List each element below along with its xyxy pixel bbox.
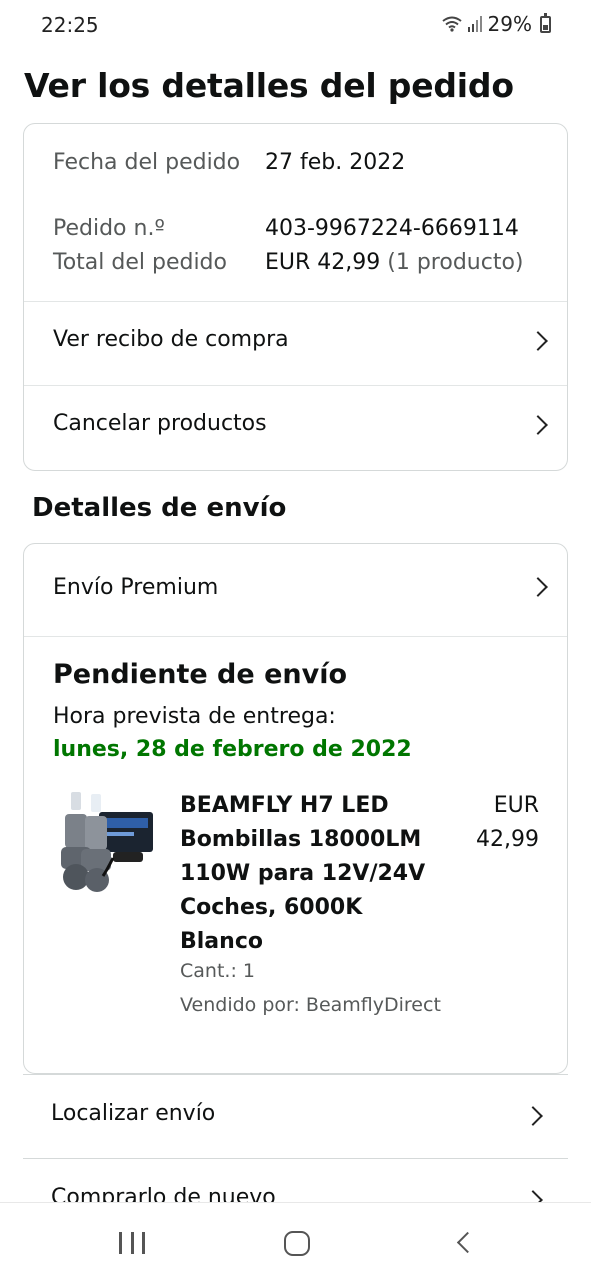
shipping-method-row[interactable]: Envío Premium [24,544,567,636]
product-price-amount: 42,99 [476,827,539,852]
cancel-products-label: Cancelar productos [53,411,267,436]
chevron-right-icon [528,415,548,435]
system-nav-bar [0,1202,591,1280]
order-total-label: Total del pedido [53,250,227,275]
shipping-method-label: Envío Premium [53,575,219,600]
order-total-amount: EUR 42,99 [265,250,381,275]
order-number-label: Pedido n.º [53,216,165,241]
track-shipment-row[interactable]: Localizar envío [23,1074,568,1158]
signal-icon [467,16,482,32]
status-icons: 29% [441,12,551,36]
status-bar: 22:25 29% [0,0,591,50]
chevron-right-icon [523,1106,543,1126]
shipping-section-title: Detalles de envío [32,493,287,523]
shipment-status: Pendiente de envío [53,659,348,690]
order-total-count: (1 producto) [387,250,524,275]
page-title: Ver los detalles del pedido [24,66,514,105]
chevron-right-icon [528,331,548,351]
battery-percent: 29% [487,12,532,36]
back-icon[interactable] [456,1231,479,1254]
product-price-currency: EUR [493,793,539,818]
view-receipt-label: Ver recibo de compra [53,327,289,352]
view-receipt-row[interactable]: Ver recibo de compra [24,301,567,385]
product-image[interactable] [51,792,157,892]
eta-date: lunes, 28 de febrero de 2022 [53,737,412,762]
track-shipment-label: Localizar envío [51,1101,216,1126]
product-title[interactable]: BEAMFLY H7 LED Bombillas 18000LM 110W pa… [180,789,430,959]
shipping-divider [24,636,567,637]
product-seller: Vendido por: BeamflyDirect [180,994,441,1016]
recent-apps-icon[interactable] [119,1232,145,1254]
cancel-products-row[interactable]: Cancelar productos [24,385,567,470]
eta-label: Hora prevista de entrega: [53,704,336,729]
order-total-value: EUR 42,99 (1 producto) [265,246,524,279]
order-date-value: 27 feb. 2022 [265,150,406,175]
order-summary-card: Fecha del pedido 27 feb. 2022 Pedido n.º… [23,123,568,471]
product-quantity: Cant.: 1 [180,960,255,982]
order-date-label: Fecha del pedido [53,150,241,175]
order-number-value: 403-9967224-6669114 [265,216,519,241]
product-price: EUR 42,99 [449,789,539,857]
shipping-card: Envío Premium Pendiente de envío Hora pr… [23,543,568,1074]
wifi-icon [441,16,462,32]
battery-icon [540,12,551,33]
status-time: 22:25 [41,13,99,37]
home-icon[interactable] [284,1231,310,1256]
chevron-right-icon [528,577,548,597]
